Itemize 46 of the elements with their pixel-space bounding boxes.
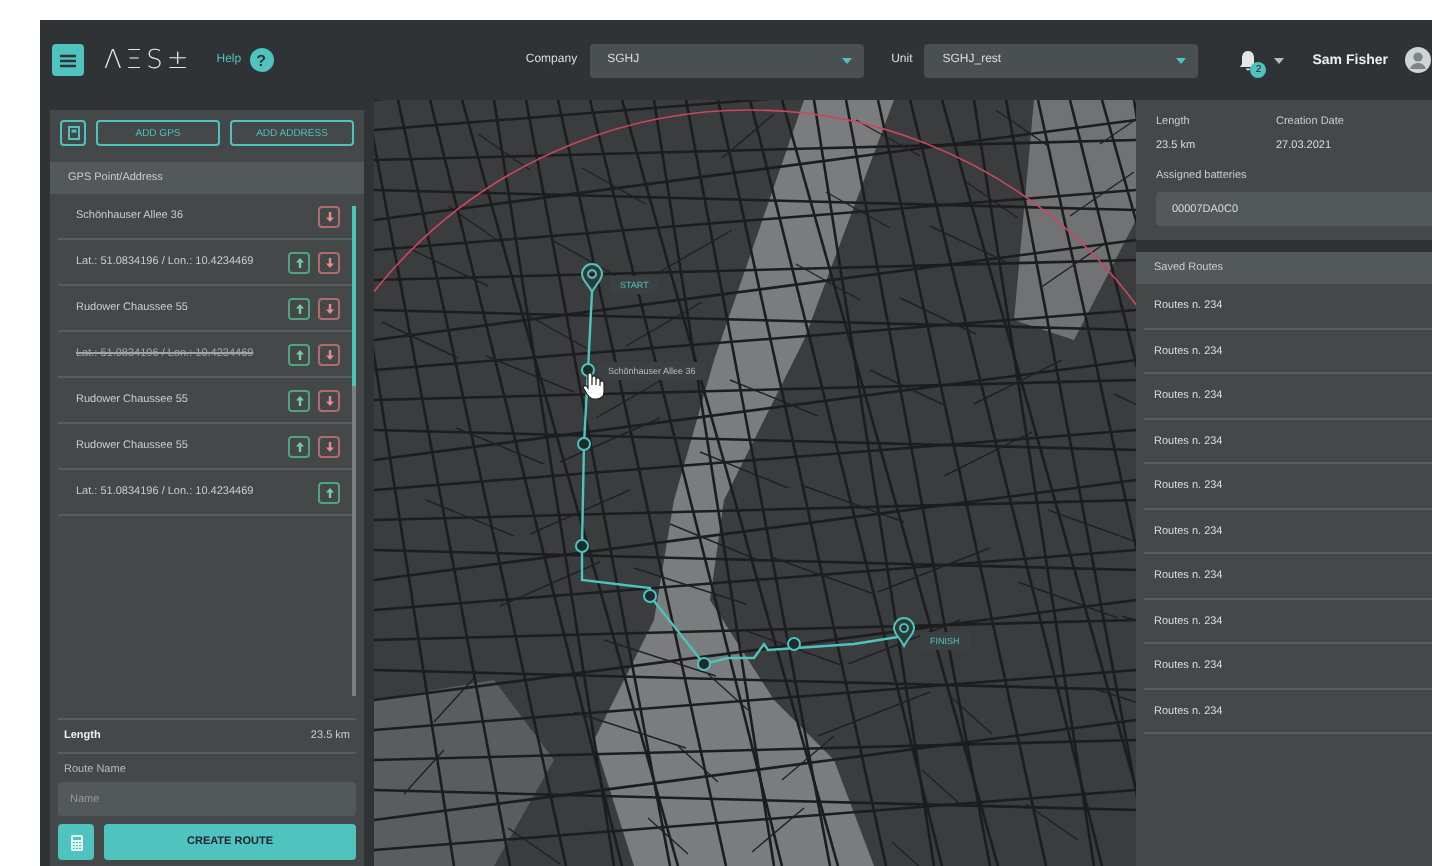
- menu-icon: [60, 53, 76, 67]
- scrollbar-thumb[interactable]: [352, 206, 356, 386]
- waypoint[interactable]: [575, 539, 589, 553]
- arrow-down-icon: [325, 441, 333, 451]
- caret-icon: [1176, 57, 1187, 63]
- move-down-button[interactable]: [318, 343, 340, 365]
- scrollbar[interactable]: [352, 206, 356, 696]
- waypoint[interactable]: [787, 637, 801, 651]
- arrow-up-icon: [295, 441, 303, 451]
- move-down-button[interactable]: [318, 205, 340, 227]
- arrow-down-icon: [325, 257, 333, 267]
- waypoint[interactable]: [577, 437, 591, 451]
- waypoint[interactable]: [697, 657, 711, 671]
- arrow-up-icon: [295, 303, 303, 313]
- arrow-up-icon: [295, 257, 303, 267]
- arrow-down-icon: [325, 211, 333, 221]
- move-up-button[interactable]: [288, 435, 310, 457]
- help-icon[interactable]: ?: [249, 48, 274, 72]
- move-up-button[interactable]: [288, 389, 310, 411]
- arrow-up-icon: [325, 487, 333, 497]
- avatar-icon: [1404, 46, 1432, 74]
- move-down-button[interactable]: [318, 251, 340, 273]
- save-button[interactable]: [60, 120, 86, 146]
- arrow-up-icon: [295, 349, 303, 359]
- move-up-button[interactable]: [288, 297, 310, 319]
- location-pin-icon[interactable]: [581, 263, 603, 293]
- move-down-button[interactable]: [318, 435, 340, 457]
- caret-icon: [841, 57, 852, 63]
- move-down-button[interactable]: [318, 389, 340, 411]
- waypoint[interactable]: [643, 589, 657, 603]
- calculator-icon: [69, 833, 83, 851]
- caret-icon: [1274, 57, 1285, 63]
- move-up-button[interactable]: [288, 343, 310, 365]
- location-pin-icon[interactable]: [893, 617, 915, 647]
- logo: ΛΞS±: [104, 45, 193, 75]
- arrow-down-icon: [325, 349, 333, 359]
- arrow-down-icon: [325, 303, 333, 313]
- menu-button[interactable]: [52, 44, 84, 76]
- hand-cursor-icon: [582, 372, 606, 400]
- move-up-button[interactable]: [318, 481, 340, 503]
- document-icon: [67, 126, 79, 140]
- bell-icon: [1238, 49, 1259, 71]
- move-down-button[interactable]: [318, 297, 340, 319]
- move-up-button[interactable]: [288, 251, 310, 273]
- arrow-up-icon: [295, 395, 303, 405]
- arrow-down-icon: [325, 395, 333, 405]
